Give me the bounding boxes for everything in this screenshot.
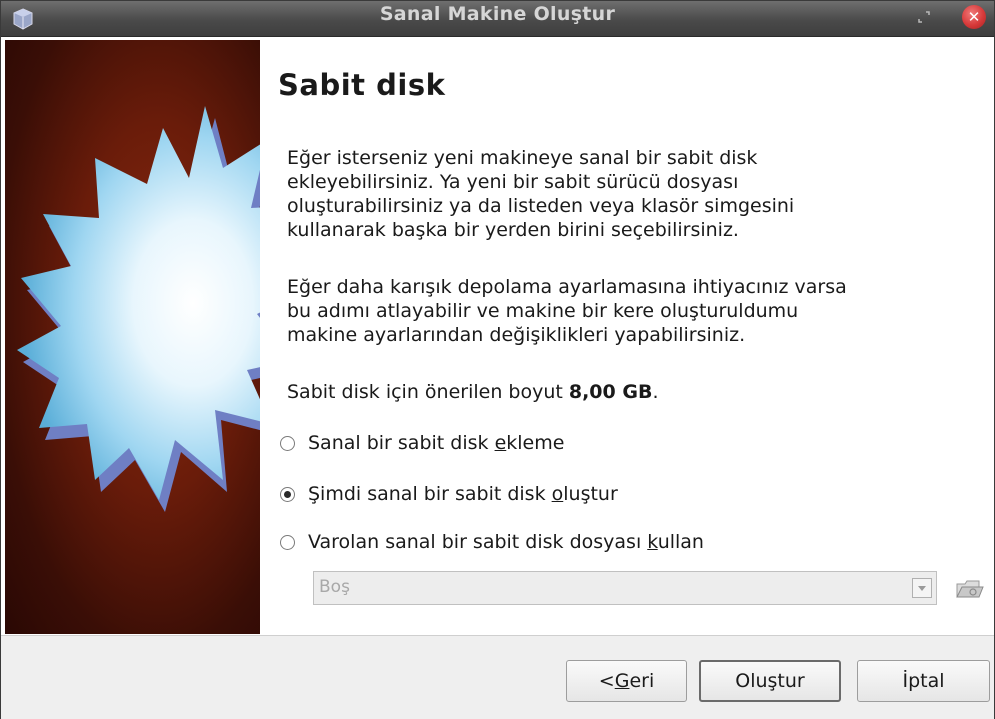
description-paragraph-1: Eğer isterseniz yeni makineye sanal bir …	[287, 147, 795, 241]
radio-button-no-disk[interactable]	[280, 435, 295, 451]
radio-button-create-disk[interactable]	[280, 486, 295, 502]
radio-label-no-disk: Sanal bir sabit disk ekleme	[308, 432, 565, 454]
existing-disk-select[interactable]: Boş	[313, 571, 937, 605]
existing-disk-select-value: Boş	[319, 577, 350, 597]
radio-label-existing-disk: Varolan sanal bir sabit disk dosyası kul…	[308, 531, 704, 553]
dialog-window: Sanal Makine Oluştur ✕ Sabit disk Eğer i…	[0, 0, 995, 719]
close-button[interactable]: ✕	[962, 5, 986, 29]
recommended-size-label: Sabit disk için önerilen boyut	[287, 381, 569, 403]
open-folder-icon[interactable]	[954, 576, 984, 602]
wizard-banner-image	[5, 40, 260, 634]
recommended-size-text: Sabit disk için önerilen boyut 8,00 GB.	[287, 380, 987, 404]
restore-icon[interactable]	[915, 8, 933, 26]
wizard-content: Sabit disk Eğer isterseniz yeni makineye…	[1, 37, 994, 635]
cancel-button[interactable]: İptal	[857, 660, 990, 702]
title-bar[interactable]: Sanal Makine Oluştur ✕	[1, 1, 994, 37]
radio-use-existing-disk[interactable]: Varolan sanal bir sabit disk dosyası kul…	[280, 529, 704, 555]
chevron-down-icon[interactable]	[912, 578, 932, 598]
button-bar: < Geri Oluştur İptal	[1, 635, 994, 719]
radio-no-hard-disk[interactable]: Sanal bir sabit disk ekleme	[280, 430, 564, 456]
window-title: Sanal Makine Oluştur	[379, 3, 616, 25]
recommended-size-suffix: .	[652, 381, 659, 403]
radio-create-hard-disk[interactable]: Şimdi sanal bir sabit disk oluştur	[280, 481, 618, 507]
page-title: Sabit disk	[278, 68, 446, 102]
create-button[interactable]: Oluştur	[699, 660, 841, 702]
radio-button-existing-disk[interactable]	[280, 534, 295, 550]
description-paragraph-2: Eğer daha karışık depolama ayarlamasına …	[287, 276, 847, 346]
back-button[interactable]: < Geri	[566, 660, 687, 702]
recommended-size-value: 8,00 GB	[568, 381, 653, 403]
close-icon: ✕	[967, 8, 981, 26]
radio-label-create-disk: Şimdi sanal bir sabit disk oluştur	[308, 483, 618, 505]
